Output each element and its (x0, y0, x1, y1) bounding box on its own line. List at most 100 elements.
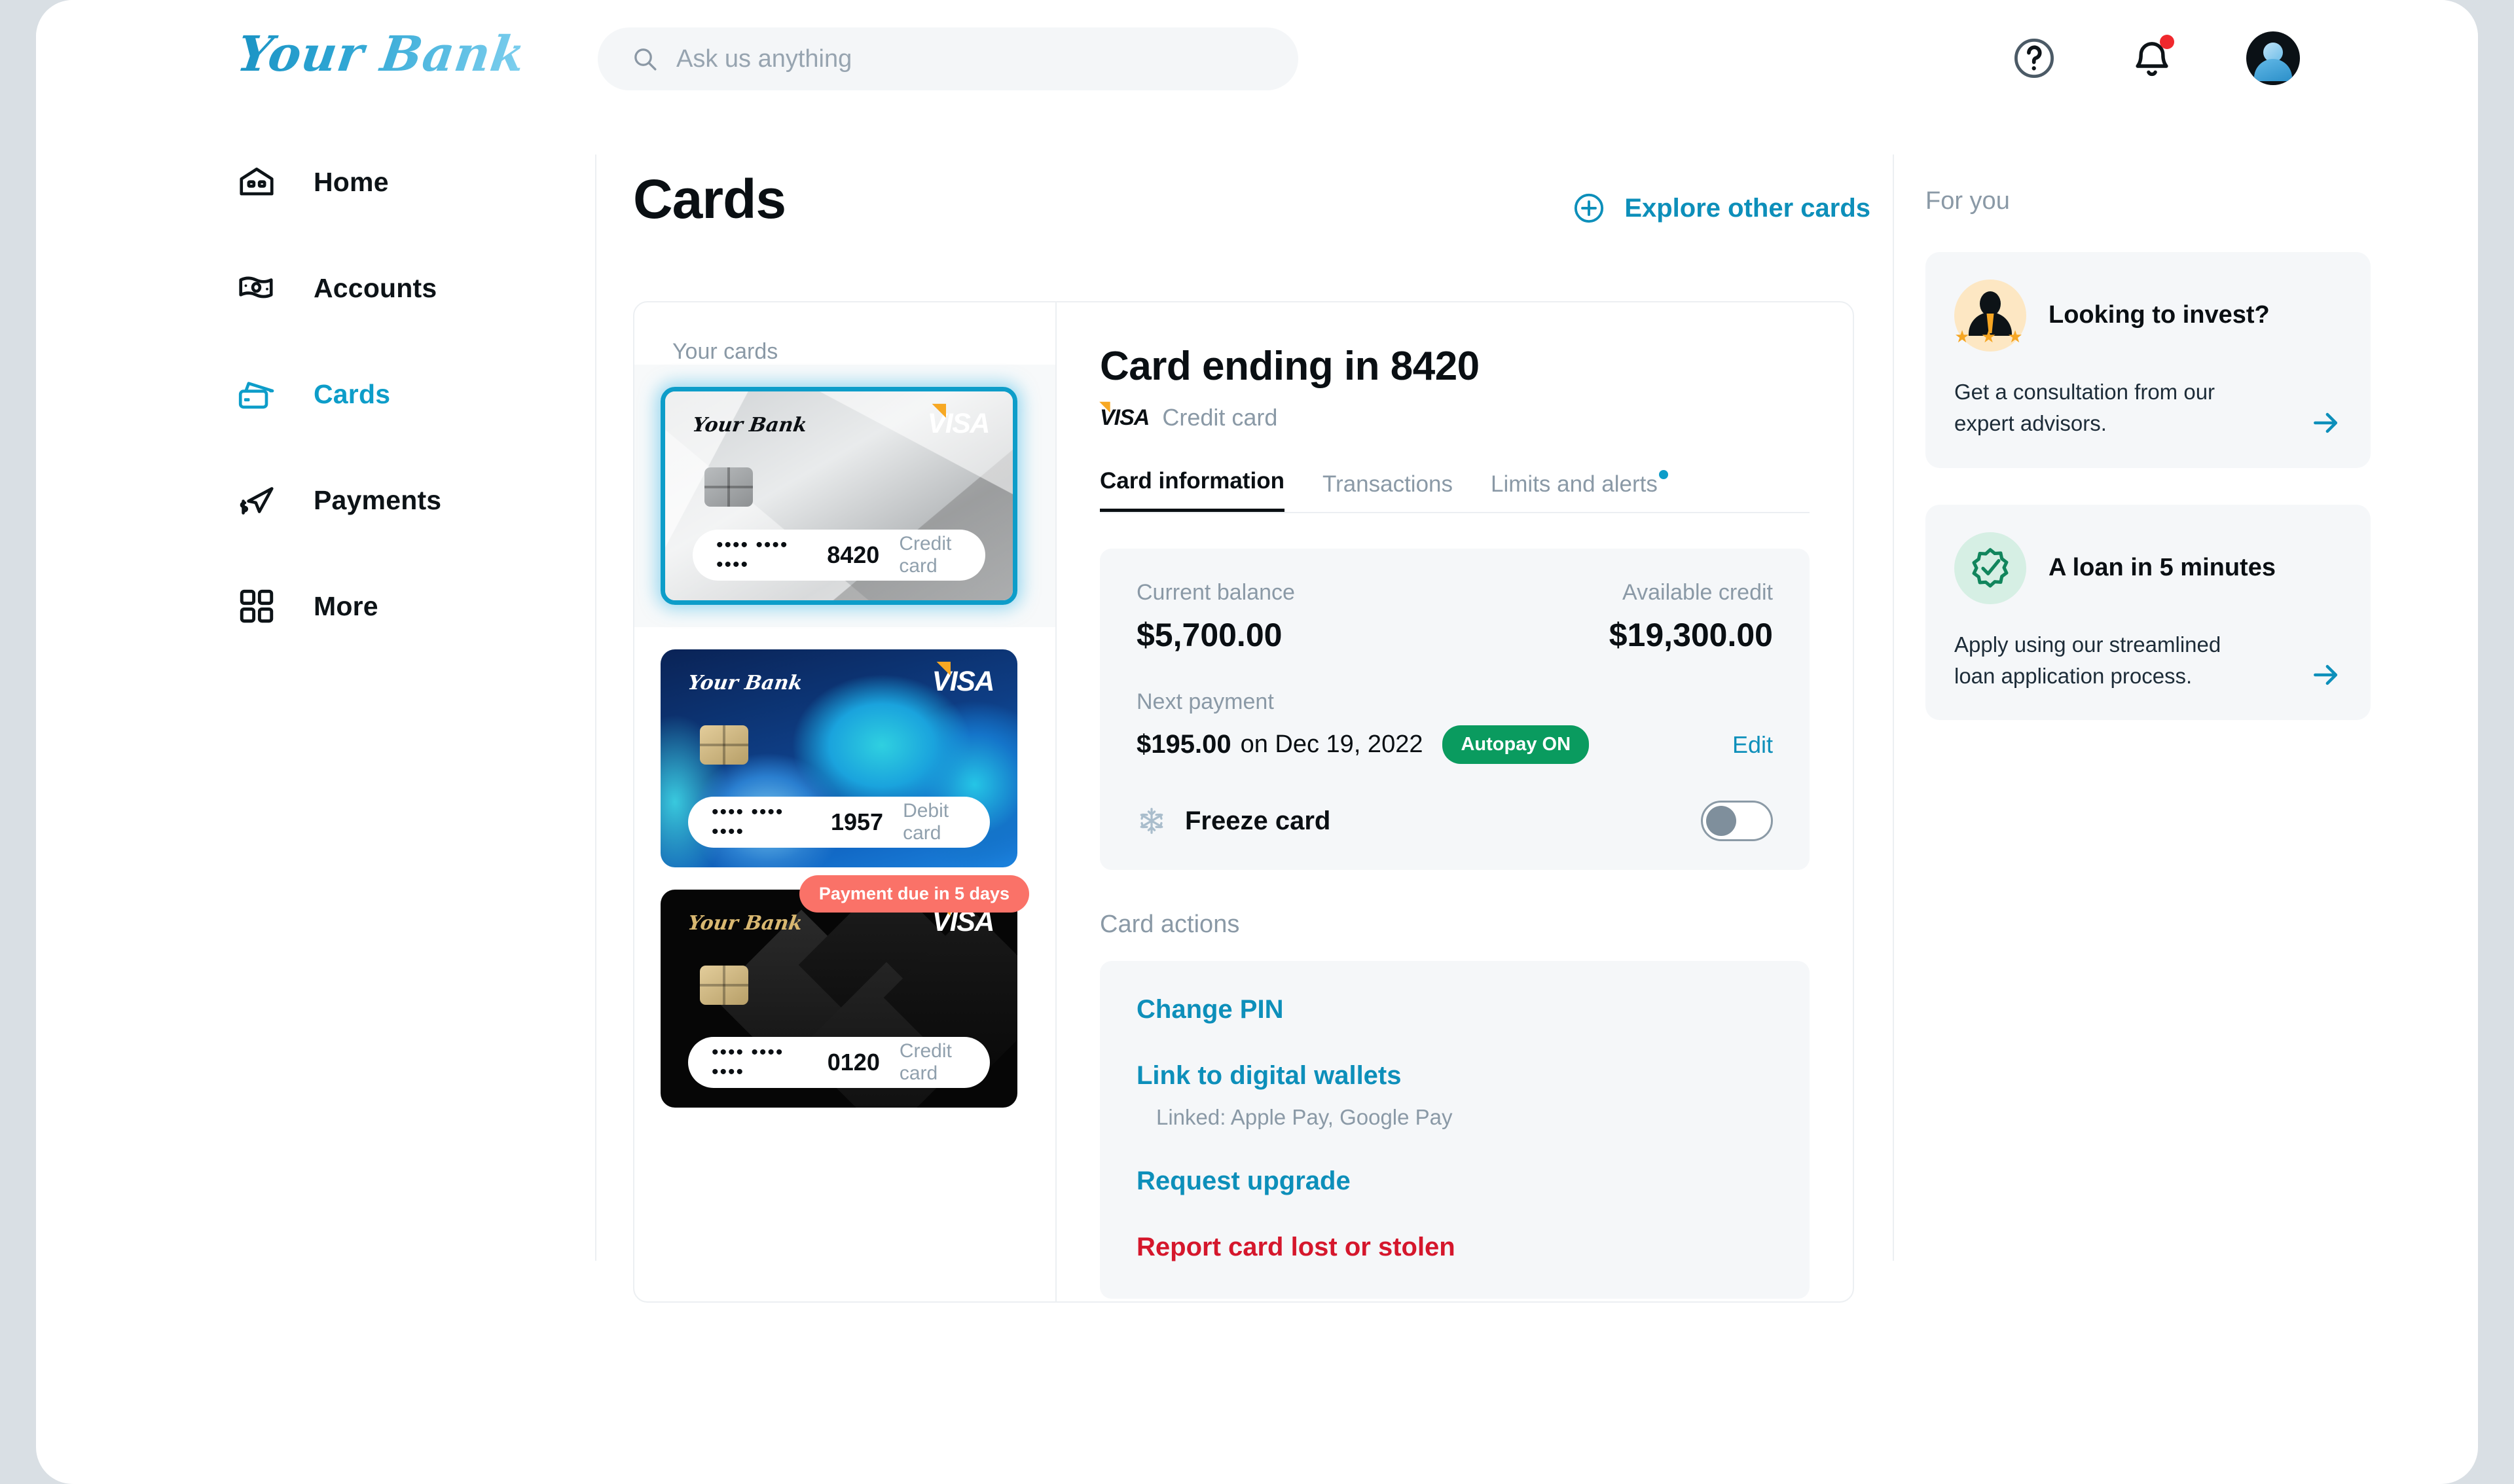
tab-badge-dot (1658, 470, 1668, 479)
action-change-pin[interactable]: Change PIN (1137, 995, 1773, 1024)
card-detail-subline: ◥ VISA Credit card (1100, 399, 1810, 431)
sidebar: Home Accounts Cards Payments More (36, 154, 596, 685)
card-last4: 8420 (827, 541, 880, 568)
explore-other-cards-button[interactable]: Explore other cards (1572, 191, 1870, 225)
sidebar-divider (595, 154, 596, 1261)
bank-card-8420[interactable]: Your Bank ◥ VISA •••• •••• •••• 8420 Cre… (661, 387, 1017, 605)
tab-card-information[interactable]: Card information (1100, 468, 1284, 512)
advisor-icon: ★ ★ ★ (1954, 280, 2026, 352)
freeze-card-toggle[interactable] (1701, 801, 1773, 841)
visa-swoosh: ◥ (932, 399, 946, 419)
card-brand-label: Your Bank (686, 912, 804, 935)
top-bar: Your Bank (36, 0, 2478, 124)
cards-icon (238, 382, 274, 409)
current-balance-block: Current balance $5,700.00 (1137, 580, 1295, 654)
card-detail-tabs: Card information Transactions Limits and… (1100, 468, 1810, 513)
card-type-label: Credit card (899, 1040, 952, 1084)
search-bar[interactable] (598, 27, 1298, 90)
card-list-title: Your cards (672, 339, 778, 364)
freeze-card-label: Freeze card (1185, 806, 1331, 835)
explore-other-cards-label: Explore other cards (1624, 193, 1870, 223)
sidebar-item-more[interactable]: More (36, 579, 596, 634)
brand-logo[interactable]: Your Bank (234, 26, 529, 82)
promo-body: Apply using our streamlined loan applica… (1954, 629, 2342, 692)
card-list-item[interactable]: Your Bank ◥ VISA •••• •••• •••• 1957 Deb… (634, 627, 1055, 867)
next-payment-date: on Dec 19, 2022 (1240, 731, 1423, 758)
tab-transactions[interactable]: Transactions (1322, 471, 1453, 512)
payment-due-badge: Payment due in 5 days (799, 875, 1029, 913)
avatar[interactable] (2246, 31, 2300, 85)
sidebar-item-label: Payments (314, 484, 442, 515)
promo-text: Apply using our streamlined loan applica… (1954, 632, 2221, 688)
next-payment-amount: $195.00 (1137, 730, 1231, 759)
sidebar-item-accounts[interactable]: Accounts (36, 261, 596, 316)
visa-logo: ◥ VISA (932, 657, 995, 697)
promo-title: Looking to invest? (2049, 301, 2270, 329)
promo-header: A loan in 5 minutes (1954, 532, 2342, 604)
search-input[interactable] (676, 45, 1226, 73)
card-detail: Card ending in 8420 ◥ VISA Credit card Ca… (1057, 302, 1853, 1301)
card-type-label: Credit card (899, 533, 952, 577)
notifications-button[interactable] (2128, 35, 2176, 82)
promo-card-loan[interactable]: A loan in 5 minutes Apply using our stre… (1925, 504, 2371, 721)
promo-text: Get a consultation from our expert advis… (1954, 380, 2215, 435)
home-icon (240, 168, 274, 196)
main-content: Cards Explore other cards Your cards You… (633, 168, 1870, 1303)
snowflake-icon (1140, 808, 1163, 834)
linked-wallets-text: Linked: Apple Pay, Google Pay (1156, 1105, 1453, 1129)
sidebar-item-cards[interactable]: Cards (36, 367, 596, 422)
promo-card-invest[interactable]: ★ ★ ★ Looking to invest? Get a consultat… (1925, 252, 2371, 468)
arrow-right-icon[interactable] (2309, 407, 2342, 439)
card-masked-digits: •••• •••• •••• (712, 801, 784, 842)
next-payment-label: Next payment (1137, 689, 1274, 714)
next-payment-line: $195.00 on Dec 19, 2022 Autopay ON Edit (1137, 725, 1773, 764)
card-masked-digits: •••• •••• •••• (716, 534, 789, 575)
freeze-card-row: Freeze card (1137, 801, 1773, 841)
card-number-pill: •••• •••• •••• 1957 Debit card (688, 797, 990, 848)
visa-swoosh: ◥ (937, 657, 951, 677)
sidebar-item-home[interactable]: Home (36, 154, 596, 209)
grid-icon (240, 589, 274, 623)
card-last4: 1957 (830, 808, 884, 835)
balance-row: Current balance $5,700.00 Available cred… (1137, 580, 1773, 654)
promo-header: ★ ★ ★ Looking to invest? (1954, 280, 2342, 352)
tab-limits-and-alerts[interactable]: Limits and alerts (1491, 470, 1668, 512)
card-type-label: Debit card (903, 800, 949, 844)
action-link-digital-wallets[interactable]: Link to digital wallets (1137, 1061, 1773, 1091)
card-last4: 0120 (827, 1049, 880, 1076)
verified-badge-icon (1954, 532, 2026, 604)
card-list-item[interactable]: Your Bank ◥ VISA •••• •••• •••• 8420 Cre… (634, 365, 1055, 627)
action-request-upgrade[interactable]: Request upgrade (1137, 1167, 1773, 1196)
visa-logo-small: ◥ VISA (1100, 399, 1150, 430)
for-you-rail: For you ★ ★ ★ Looking to invest? Get a c… (1925, 187, 2371, 721)
balance-summary: Current balance $5,700.00 Available cred… (1100, 549, 1810, 870)
promo-title: A loan in 5 minutes (2049, 553, 2276, 581)
card-masked-digits: •••• •••• •••• (712, 1041, 784, 1083)
rail-divider (1893, 154, 1894, 1261)
card-list-item[interactable]: Payment due in 5 days Your Bank ◥ VISA (634, 867, 1055, 1108)
send-money-icon (240, 487, 274, 515)
card-actions-list: Change PIN Link to digital wallets Linke… (1100, 961, 1810, 1299)
edit-autopay-link[interactable]: Edit (1732, 731, 1773, 759)
card-actions-title: Card actions (1100, 911, 1240, 938)
banknote-icon (239, 276, 273, 299)
help-icon[interactable] (2011, 35, 2058, 82)
search-icon (634, 48, 657, 71)
arrow-right-icon[interactable] (2309, 659, 2342, 691)
card-brand-label: Your Bank (686, 672, 804, 695)
chip-icon (700, 725, 748, 765)
top-bar-actions (2011, 31, 2300, 85)
advisor-stars: ★ ★ ★ (1954, 327, 2026, 346)
sidebar-item-label: Cards (314, 378, 391, 409)
next-payment-block: Next payment $195.00 on Dec 19, 2022 Aut… (1137, 689, 1773, 764)
card-brand-label: Your Bank (691, 414, 809, 437)
current-balance-value: $5,700.00 (1137, 617, 1283, 653)
bank-card-1957[interactable]: Your Bank ◥ VISA •••• •••• •••• 1957 Deb… (661, 649, 1017, 867)
avatar-body (2254, 59, 2292, 81)
cards-panel: Your cards Your Bank ◥ VISA •••• •••• ••… (633, 301, 1854, 1303)
available-credit-label: Available credit (1622, 580, 1773, 605)
sidebar-item-payments[interactable]: Payments (36, 473, 596, 528)
action-report-lost-or-stolen[interactable]: Report card lost or stolen (1137, 1233, 1773, 1262)
sidebar-item-label: More (314, 590, 378, 621)
bank-card-0120[interactable]: Your Bank ◥ VISA •••• •••• •••• 0120 Cre… (661, 890, 1017, 1108)
